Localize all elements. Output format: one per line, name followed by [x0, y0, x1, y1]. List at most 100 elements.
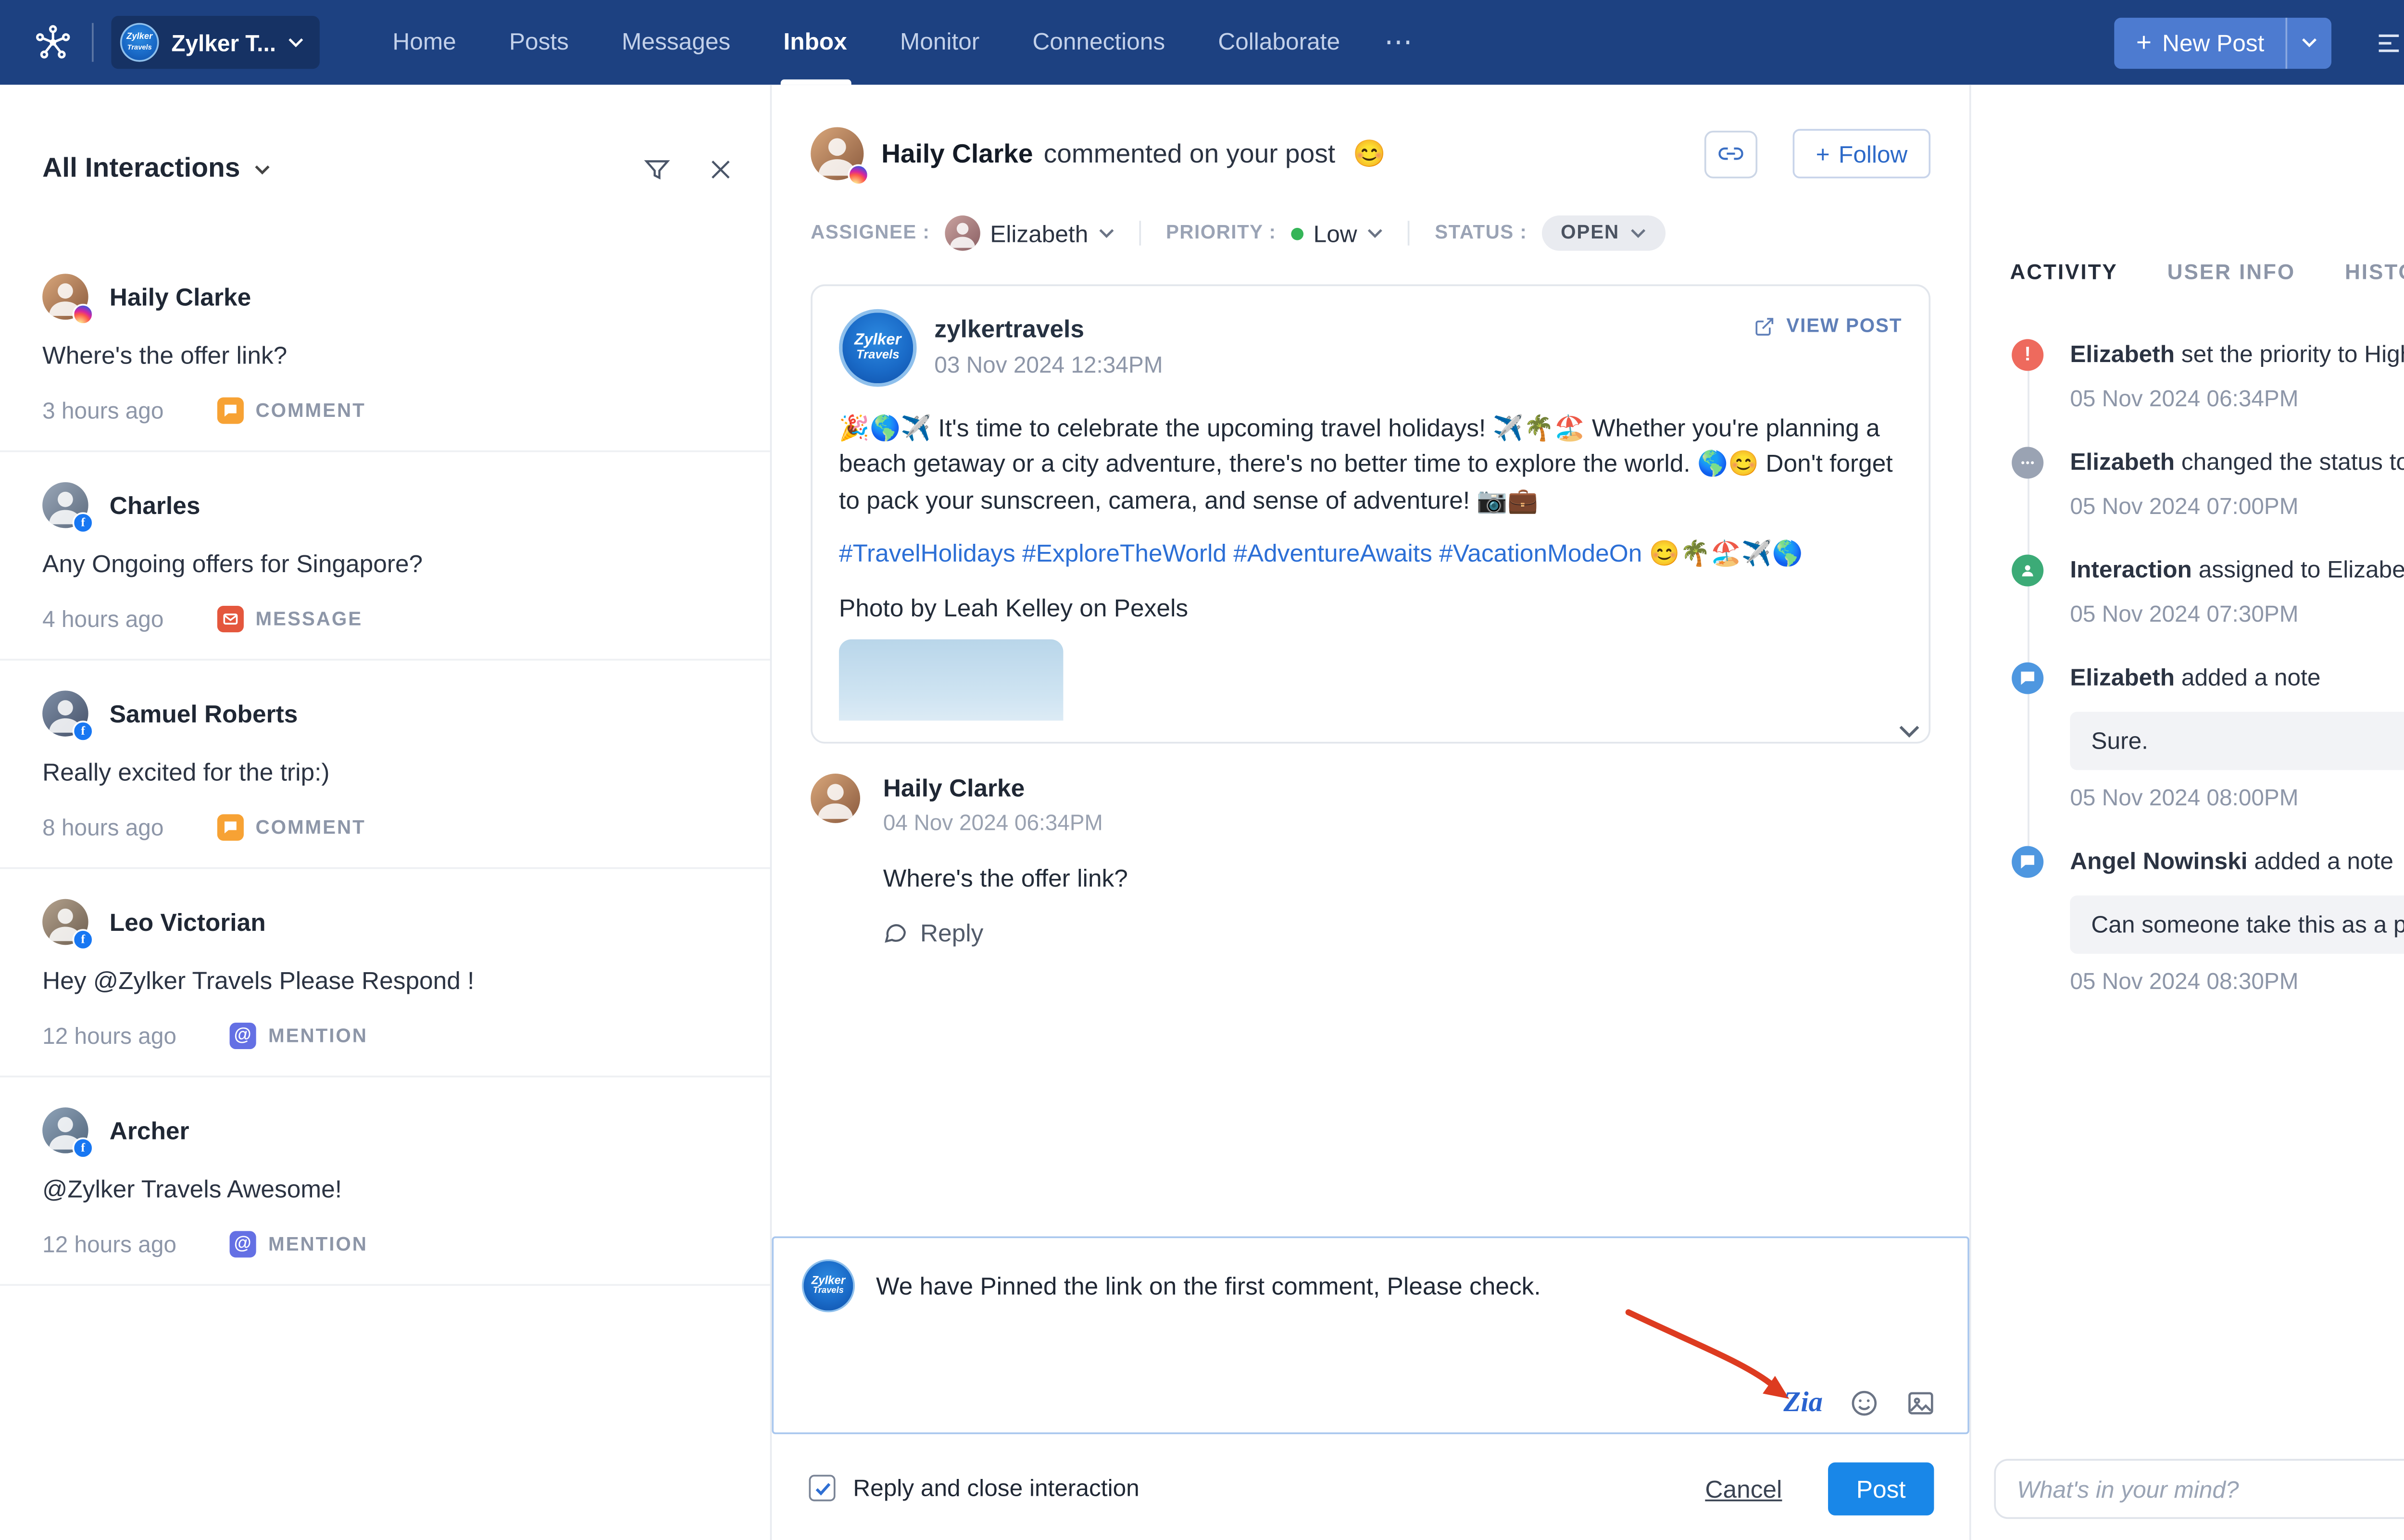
nav-inbox[interactable]: Inbox	[757, 0, 873, 85]
chevron-down-icon	[1630, 228, 1646, 238]
reply-draft-text[interactable]: We have Pinned the link on the first com…	[876, 1272, 1541, 1312]
comment-author: Haily Clarke	[883, 774, 1128, 802]
brand-selector[interactable]: ZylkerTravels Zylker T...	[111, 16, 320, 69]
external-link-icon	[1754, 316, 1776, 338]
activity-tabs: ACTIVITY USER INFO HISTORY REPLIES	[1971, 260, 2404, 284]
chevron-down-icon	[254, 164, 270, 175]
reply-and-close-checkbox[interactable]	[809, 1475, 835, 1501]
message-type-icon	[217, 606, 243, 632]
interaction-item-samuel[interactable]: f Samuel Roberts Really excited for the …	[0, 661, 770, 869]
sidebar-header: All Interactions	[0, 85, 770, 244]
post-author: zylkertravels	[934, 314, 1163, 343]
activity-event-time: 05 Nov 2024 07:00PM	[2070, 493, 2404, 519]
reply-button[interactable]: Reply	[883, 918, 1128, 947]
new-post-dropdown[interactable]	[2286, 17, 2332, 68]
assignee-dropdown[interactable]: Elizabeth	[944, 215, 1115, 250]
comment-type-icon	[217, 814, 243, 840]
view-post-link[interactable]: VIEW POST	[1754, 316, 1902, 338]
note-event-icon	[2012, 663, 2043, 694]
nav-collaborate[interactable]: Collaborate	[1191, 0, 1366, 85]
top-navbar: ZylkerTravels Zylker T... Home Posts Mes…	[0, 0, 2404, 85]
interaction-author: Haily Clarke	[110, 283, 251, 311]
zylker-travels-logo: ZylkerTravels	[802, 1259, 855, 1312]
interaction-message: Really excited for the trip:)	[42, 758, 727, 786]
priority-low-dot-icon	[1290, 227, 1303, 239]
priority-event-icon: !	[2012, 339, 2043, 371]
nav-home[interactable]: Home	[366, 0, 483, 85]
interaction-action-text: commented on your post	[1044, 138, 1335, 168]
comment-type-icon	[217, 398, 243, 424]
interaction-author: Charles	[110, 491, 200, 519]
interaction-time: 3 hours ago	[42, 398, 163, 424]
status-dropdown[interactable]: OPEN	[1541, 215, 1665, 250]
queue-list-icon[interactable]	[2356, 0, 2404, 85]
interaction-author-name: Haily Clarke	[881, 138, 1033, 168]
facebook-badge-icon: f	[73, 721, 94, 742]
copy-link-button[interactable]	[1704, 130, 1757, 177]
interaction-author: Archer	[110, 1116, 189, 1145]
brand-name: Zylker T...	[171, 29, 276, 56]
activity-note-text: Sure.	[2070, 712, 2404, 770]
zoho-social-logo-icon[interactable]	[21, 0, 85, 85]
avatar: f	[42, 1107, 88, 1153]
zylker-travels-logo: ZylkerTravels	[839, 309, 917, 387]
status-label: STATUS :	[1435, 223, 1527, 244]
nav-connections[interactable]: Connections	[1006, 0, 1191, 85]
divider	[1139, 221, 1141, 245]
interaction-item-haily[interactable]: Haily Clarke Where's the offer link? 3 h…	[0, 244, 770, 452]
comment-date: 04 Nov 2024 06:34PM	[883, 811, 1128, 835]
nav-more-icon[interactable]: ⋯	[1366, 25, 1432, 60]
comment-thread: Haily Clarke 04 Nov 2024 06:34PM Where's…	[772, 744, 1969, 947]
interaction-type-label: MESSAGE	[255, 609, 363, 630]
interaction-message: Any Ongoing offers for Singapore?	[42, 549, 727, 577]
interaction-item-charles[interactable]: f Charles Any Ongoing offers for Singapo…	[0, 452, 770, 660]
follow-button[interactable]: + Follow	[1793, 129, 1930, 178]
emoji-reaction-icon[interactable]: 😊	[1353, 138, 1386, 170]
note-composer	[1994, 1459, 2404, 1519]
filter-icon[interactable]	[639, 152, 675, 187]
facebook-badge-icon: f	[73, 512, 94, 533]
activity-event-text: Elizabeth added a note	[2070, 663, 2404, 694]
interaction-type-label: MENTION	[268, 1234, 368, 1255]
chat-bubble-icon	[883, 920, 908, 945]
tab-history[interactable]: HISTORY	[2345, 260, 2404, 284]
interaction-author: Leo Victorian	[110, 908, 266, 936]
tab-user-info[interactable]: USER INFO	[2167, 260, 2296, 284]
reply-label: Reply	[920, 918, 983, 947]
cancel-button[interactable]: Cancel	[1705, 1474, 1782, 1502]
close-icon[interactable]	[703, 152, 738, 187]
new-post-split-button: + New Post	[2115, 17, 2331, 68]
attach-image-icon[interactable]	[1906, 1388, 1936, 1418]
post-button[interactable]: Post	[1828, 1462, 1934, 1515]
emoji-picker-icon[interactable]	[1849, 1388, 1879, 1418]
post-hashtags[interactable]: #TravelHolidays #ExploreTheWorld #Advent…	[839, 538, 1902, 568]
interaction-detail-panel: Haily Clarke commented on your post 😊 + …	[772, 85, 1969, 1540]
avatar: f	[42, 899, 88, 945]
nav-monitor[interactable]: Monitor	[874, 0, 1006, 85]
nav-messages[interactable]: Messages	[595, 0, 757, 85]
plus-icon: +	[1816, 140, 1830, 167]
interactions-filter-dropdown[interactable]: All Interactions	[42, 154, 270, 186]
interaction-message: Hey @Zylker Travels Please Respond !	[42, 966, 727, 994]
nav-posts[interactable]: Posts	[483, 0, 595, 85]
interaction-item-archer[interactable]: f Archer @Zylker Travels Awesome! 12 hou…	[0, 1077, 770, 1286]
activity-event-status: Elizabeth changed the status to Under Re…	[2012, 447, 2404, 519]
interaction-message: @Zylker Travels Awesome!	[42, 1175, 727, 1203]
expand-post-button[interactable]	[1899, 724, 1920, 738]
zia-assistant-icon[interactable]: Zia	[1783, 1389, 1823, 1417]
interaction-time: 12 hours ago	[42, 1231, 176, 1257]
interaction-type-label: MENTION	[268, 1025, 368, 1046]
note-input[interactable]	[2017, 1476, 2404, 1502]
assignment-event-icon	[2012, 554, 2043, 586]
activity-timeline: ! Elizabeth set the priority to High 05 …	[2012, 339, 2404, 994]
chevron-down-icon	[288, 37, 304, 48]
new-post-button[interactable]: + New Post	[2115, 17, 2286, 68]
interaction-item-leo[interactable]: f Leo Victorian Hey @Zylker Travels Plea…	[0, 869, 770, 1077]
instagram-badge-icon	[848, 164, 869, 186]
assignee-name: Elizabeth	[990, 220, 1088, 246]
reply-compose-box[interactable]: ZylkerTravels We have Pinned the link on…	[772, 1236, 1969, 1434]
post-image-thumbnail[interactable]	[839, 639, 1064, 720]
divider	[1408, 221, 1410, 245]
priority-dropdown[interactable]: Low	[1290, 220, 1384, 246]
tab-activity[interactable]: ACTIVITY	[2010, 260, 2117, 284]
